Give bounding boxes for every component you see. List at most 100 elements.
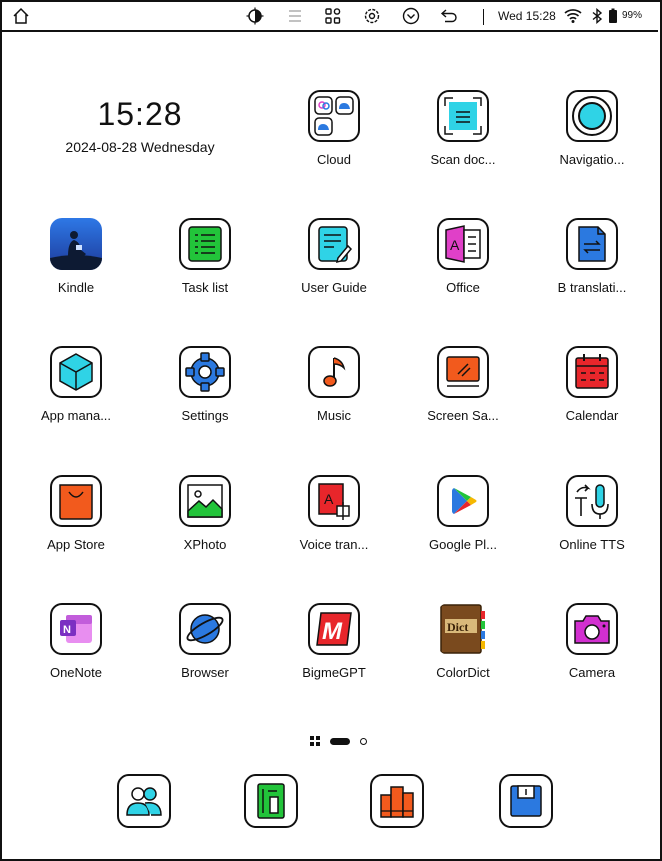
app-label: BigmeGPT <box>302 665 366 680</box>
app-voice-translate[interactable]: A Voice tran... <box>278 475 388 575</box>
library-books-icon <box>380 786 414 818</box>
app-label: Task list <box>181 280 229 295</box>
cloud-folder-icon <box>308 90 360 142</box>
clock-widget[interactable]: 15:28 2024-08-28 Wednesday <box>40 96 240 155</box>
app-label: App Store <box>47 537 105 552</box>
battery-icon <box>606 5 620 27</box>
app-music[interactable]: Music <box>278 346 388 446</box>
dock-notes[interactable] <box>244 774 298 828</box>
home-icon[interactable] <box>10 5 32 27</box>
page-dot-active[interactable] <box>330 737 350 745</box>
dock-contacts[interactable] <box>117 774 171 828</box>
music-note-icon <box>308 346 360 398</box>
apps-overview-icon[interactable] <box>310 736 320 746</box>
svg-text:A: A <box>324 491 334 507</box>
task-list-icon <box>179 218 231 270</box>
app-navigation[interactable]: Navigatio... <box>536 90 646 190</box>
app-calendar[interactable]: Calendar <box>536 346 646 446</box>
menu-list-icon[interactable] <box>284 5 306 27</box>
status-separator <box>483 9 484 25</box>
app-camera[interactable]: Camera <box>536 603 646 703</box>
status-time: Wed 15:28 <box>498 9 556 23</box>
app-office[interactable]: A Office <box>407 218 517 318</box>
storage-icon <box>510 785 542 817</box>
app-label: OneNote <box>49 665 103 680</box>
eink-refresh-icon[interactable] <box>244 5 266 27</box>
app-scan-doc[interactable]: Scan doc... <box>407 90 517 190</box>
svg-text:A: A <box>450 237 460 253</box>
app-label: ColorDict <box>436 665 490 680</box>
apps-grid-icon[interactable] <box>322 5 344 27</box>
wifi-icon <box>562 5 584 27</box>
app-label: Office <box>446 280 480 295</box>
app-label: Navigatio... <box>559 152 625 167</box>
app-browser[interactable]: Browser <box>149 603 259 703</box>
clock-date: 2024-08-28 Wednesday <box>65 139 215 155</box>
kindle-icon <box>50 218 102 270</box>
app-online-tts[interactable]: Online TTS <box>536 475 646 575</box>
app-xphoto[interactable]: XPhoto <box>149 475 259 575</box>
camera-icon <box>566 603 618 655</box>
svg-text:M: M <box>322 618 343 645</box>
app-manager-icon <box>50 346 102 398</box>
bluetooth-icon <box>586 5 608 27</box>
onenote-icon: N <box>50 603 102 655</box>
svg-text:N: N <box>63 624 71 636</box>
status-bar: Wed 15:28 99% <box>2 2 658 32</box>
app-store-bag-icon <box>50 475 102 527</box>
app-label: Camera <box>568 665 616 680</box>
app-onenote[interactable]: N OneNote <box>20 603 130 703</box>
voice-translate-icon: A <box>308 475 360 527</box>
app-app-store[interactable]: App Store <box>20 475 130 575</box>
app-label: Google Pl... <box>429 537 497 552</box>
app-label: Music <box>317 408 351 423</box>
app-google-play[interactable]: Google Pl... <box>407 475 517 575</box>
tts-icon <box>566 475 618 527</box>
chevron-down-circle-icon[interactable] <box>400 5 422 27</box>
clock-time: 15:28 <box>97 96 183 132</box>
app-label: Voice tran... <box>299 537 369 552</box>
app-task-list[interactable]: Task list <box>149 218 259 318</box>
scan-document-icon <box>437 90 489 142</box>
app-label: Calendar <box>565 408 619 423</box>
app-label: Settings <box>181 408 229 423</box>
app-b-translation[interactable]: B translati... <box>536 218 646 318</box>
translation-icon <box>566 218 618 270</box>
app-label: Kindle <box>57 280 95 295</box>
calendar-icon <box>566 346 618 398</box>
app-label: Online TTS <box>559 537 625 552</box>
app-label: B translati... <box>557 280 627 295</box>
colordict-icon: Dict <box>437 603 489 655</box>
navigation-ball-icon <box>566 90 618 142</box>
app-user-guide[interactable]: User Guide <box>278 218 388 318</box>
user-guide-icon <box>308 218 360 270</box>
page-indicator <box>310 736 367 746</box>
app-app-manager[interactable]: App mana... <box>20 346 130 446</box>
back-icon[interactable] <box>438 5 460 27</box>
contacts-icon <box>126 787 162 816</box>
app-kindle[interactable]: Kindle <box>20 218 130 318</box>
google-play-icon <box>437 475 489 527</box>
app-label: App mana... <box>40 408 112 423</box>
settings-icon[interactable] <box>361 5 383 27</box>
app-label: Screen Sa... <box>427 408 499 423</box>
office-icon: A <box>437 218 489 270</box>
page-dot[interactable] <box>360 737 367 745</box>
browser-planet-icon <box>179 603 231 655</box>
app-colordict[interactable]: Dict ColorDict <box>407 603 517 703</box>
dock-library[interactable] <box>370 774 424 828</box>
app-label: Browser <box>181 665 229 680</box>
app-settings[interactable]: Settings <box>149 346 259 446</box>
app-label: Cloud <box>317 152 351 167</box>
app-screen-saver[interactable]: Screen Sa... <box>407 346 517 446</box>
app-label: XPhoto <box>183 537 227 552</box>
dock-storage[interactable] <box>499 774 553 828</box>
notes-icon <box>257 783 285 819</box>
bigmegpt-icon: M <box>308 603 360 655</box>
app-cloud[interactable]: Cloud <box>278 90 388 190</box>
screen-saver-icon <box>437 346 489 398</box>
app-label: User Guide <box>301 280 367 295</box>
photo-icon <box>179 475 231 527</box>
app-bigmegpt[interactable]: M BigmeGPT <box>278 603 388 703</box>
battery-percent: 99% <box>622 10 643 21</box>
